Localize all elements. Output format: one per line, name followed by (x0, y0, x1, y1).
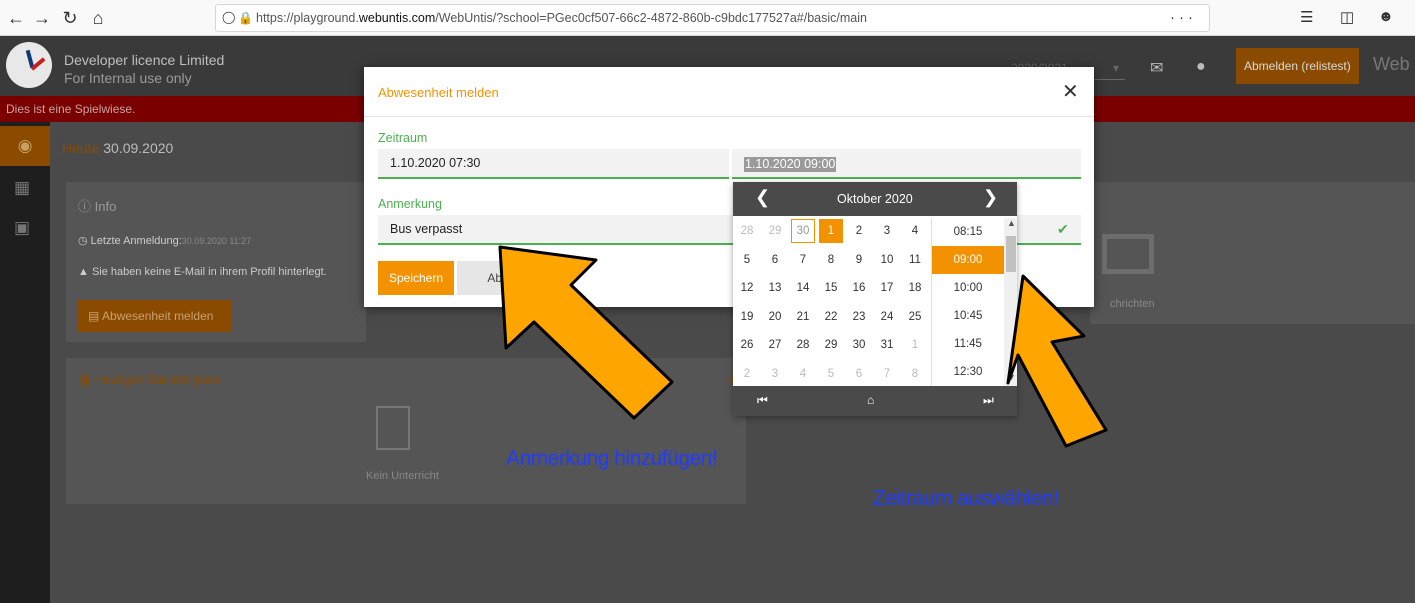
arrow-note (498, 245, 674, 420)
annotation-arrows (498, 245, 1108, 448)
annotation-period-hint: Zeitraum auswählen! (873, 487, 1059, 510)
arrow-period (1006, 274, 1108, 448)
annotation-note-hint: Anmerkung hinzufügen! (506, 447, 718, 470)
